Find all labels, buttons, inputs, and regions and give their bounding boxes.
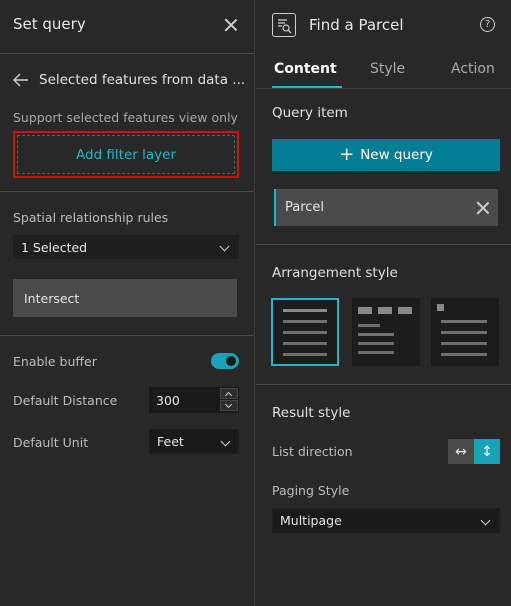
spatial-rules-value: 1 Selected xyxy=(21,239,88,255)
plus-icon: + xyxy=(339,144,355,165)
preview-bar xyxy=(378,307,392,314)
toggle-knob xyxy=(226,356,236,366)
default-distance-input[interactable]: 300 xyxy=(149,387,239,413)
divider xyxy=(256,384,511,385)
decrement-button[interactable] xyxy=(220,400,238,411)
tab-content[interactable]: Content xyxy=(274,61,337,77)
preview-bar xyxy=(358,342,394,345)
default-unit-select[interactable]: Feet xyxy=(149,429,239,454)
preview-bar xyxy=(441,320,487,323)
preview-bar xyxy=(358,324,380,327)
arrangement-style-title: Arrangement style xyxy=(272,265,398,281)
add-filter-layer-label: Add filter layer xyxy=(17,135,235,174)
paging-style-label: Paging Style xyxy=(272,483,350,498)
query-item-title: Query item xyxy=(272,105,348,121)
result-style-title: Result style xyxy=(272,405,351,421)
divider xyxy=(0,191,254,192)
intersect-rule-label: Intersect xyxy=(24,290,80,306)
preview-bar xyxy=(358,307,372,314)
add-filter-layer-button[interactable]: Add filter layer xyxy=(13,131,239,178)
arrangement-option-tabs[interactable] xyxy=(352,298,420,366)
chevron-down-icon xyxy=(224,400,233,409)
chevron-up-icon xyxy=(224,391,233,400)
support-text: Support selected features view only xyxy=(13,110,238,125)
preview-bar xyxy=(437,304,444,311)
enable-buffer-label: Enable buffer xyxy=(13,354,97,369)
tabs-divider xyxy=(256,88,511,89)
preview-bar xyxy=(283,331,327,334)
preview-bar xyxy=(283,353,327,356)
chevron-down-icon xyxy=(480,515,491,526)
close-icon[interactable] xyxy=(223,17,239,33)
arrangement-option-popper[interactable] xyxy=(431,298,499,366)
divider xyxy=(0,335,254,336)
query-item-row[interactable]: Parcel xyxy=(274,189,498,226)
paging-style-select[interactable]: Multipage xyxy=(272,508,500,533)
widget-settings-panel: Find a Parcel ? Content Style Action Que… xyxy=(256,0,511,606)
tab-action[interactable]: Action xyxy=(451,61,495,77)
arrangement-option-list[interactable] xyxy=(271,298,339,366)
tab-style[interactable]: Style xyxy=(370,61,405,77)
query-item-label: Parcel xyxy=(285,200,325,215)
help-icon[interactable]: ? xyxy=(480,17,495,32)
preview-bar xyxy=(358,333,394,336)
increment-button[interactable] xyxy=(220,388,238,400)
divider xyxy=(0,53,254,54)
new-query-button[interactable]: + New query xyxy=(272,139,500,171)
preview-bar xyxy=(398,307,412,314)
preview-bar xyxy=(441,331,487,334)
list-direction-label: List direction xyxy=(272,444,353,459)
default-distance-value: 300 xyxy=(156,392,180,408)
default-unit-label: Default Unit xyxy=(13,435,89,450)
divider xyxy=(256,244,511,245)
intersect-rule-item[interactable]: Intersect xyxy=(13,279,237,317)
remove-query-icon[interactable] xyxy=(475,200,489,214)
chevron-down-icon xyxy=(220,436,231,447)
query-widget-icon xyxy=(272,13,296,37)
default-distance-label: Default Distance xyxy=(13,393,118,408)
preview-bar xyxy=(441,353,487,356)
preview-bar xyxy=(283,309,327,312)
back-arrow-icon[interactable] xyxy=(12,72,29,87)
data-source-title: Selected features from data ... xyxy=(39,72,246,88)
vertical-arrows-icon: ↕ xyxy=(481,443,493,460)
set-query-panel: Set query Selected features from data ..… xyxy=(0,0,255,606)
spatial-rules-select[interactable]: 1 Selected xyxy=(13,235,239,259)
preview-bar xyxy=(358,351,394,354)
vertical-direction-button[interactable]: ↕ xyxy=(474,439,500,464)
preview-bar xyxy=(283,342,327,345)
new-query-label: New query xyxy=(360,147,433,163)
horizontal-arrows-icon: ↔ xyxy=(455,443,467,460)
preview-bar xyxy=(441,342,487,345)
active-tab-indicator xyxy=(272,86,342,88)
preview-bar xyxy=(283,320,327,323)
enable-buffer-toggle[interactable] xyxy=(211,353,239,369)
default-unit-value: Feet xyxy=(157,434,184,449)
widget-title: Find a Parcel xyxy=(309,16,404,34)
panel-title: Set query xyxy=(13,15,86,33)
horizontal-direction-button[interactable]: ↔ xyxy=(448,439,474,464)
paging-style-value: Multipage xyxy=(280,513,342,528)
spatial-rules-label: Spatial relationship rules xyxy=(13,210,169,225)
chevron-down-icon xyxy=(219,241,230,252)
